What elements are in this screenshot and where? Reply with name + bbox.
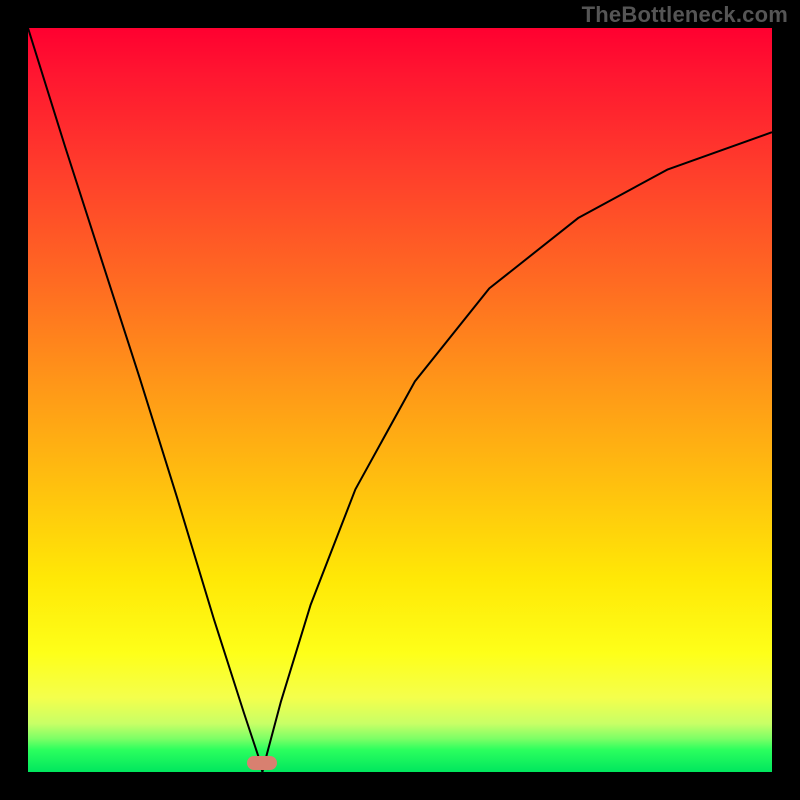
chart-frame: TheBottleneck.com: [0, 0, 800, 800]
watermark-text: TheBottleneck.com: [582, 2, 788, 28]
curve-layer: [28, 28, 772, 772]
plot-area: [28, 28, 772, 772]
vertex-marker: [247, 756, 277, 770]
bottleneck-curve: [28, 28, 772, 772]
